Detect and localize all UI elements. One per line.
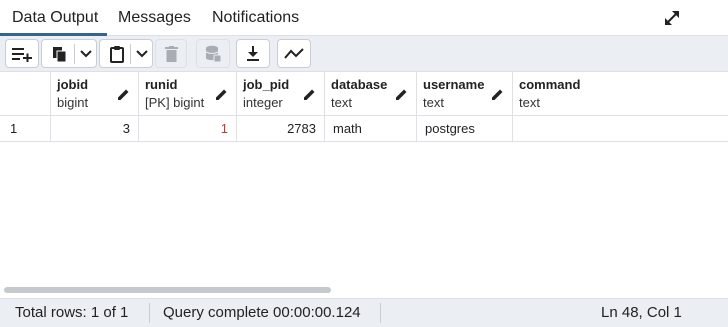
add-row-button[interactable] — [5, 39, 39, 68]
data-toolbar — [0, 36, 728, 72]
delete-button[interactable] — [155, 39, 187, 68]
tab-data-output[interactable]: Data Output — [0, 0, 107, 36]
column-header-database[interactable]: database text — [325, 72, 417, 116]
edit-pencil-icon[interactable] — [215, 88, 228, 101]
status-divider — [149, 303, 150, 323]
column-header-jobid[interactable]: jobid bigint — [51, 72, 139, 116]
paste-icon — [109, 45, 125, 63]
copy-icon — [52, 46, 68, 63]
cell-job-pid[interactable]: 2783 — [237, 116, 325, 142]
data-grid: jobid bigint runid [PK] bigint job_pid i… — [0, 72, 728, 282]
row-number-cell[interactable]: 1 — [0, 116, 51, 142]
graph-visualiser-button[interactable] — [277, 39, 311, 68]
column-header-command[interactable]: command text — [513, 72, 728, 116]
edit-pencil-icon[interactable] — [395, 88, 408, 101]
column-header-job-pid[interactable]: job_pid integer — [237, 72, 325, 116]
cell-command[interactable] — [513, 116, 728, 142]
paste-button[interactable] — [99, 39, 153, 68]
tab-notifications[interactable]: Notifications — [212, 0, 299, 36]
chevron-down-icon[interactable] — [80, 50, 92, 58]
edit-pencil-icon[interactable] — [303, 88, 316, 101]
edit-pencil-icon[interactable] — [491, 88, 504, 101]
row-number-header — [0, 72, 51, 116]
query-status: Query complete 00:00:00.124 — [163, 304, 361, 321]
cell-database[interactable]: math — [325, 116, 417, 142]
scrollbar-thumb[interactable] — [4, 287, 331, 293]
save-data-icon — [204, 45, 222, 63]
result-tabs: Data Output Messages Notifications — [0, 0, 728, 36]
tab-messages[interactable]: Messages — [118, 0, 191, 36]
save-data-button[interactable] — [196, 39, 230, 68]
cell-username[interactable]: postgres — [417, 116, 513, 142]
status-bar: Total rows: 1 of 1 Query complete 00:00:… — [0, 298, 728, 327]
cell-runid[interactable]: 1 — [139, 116, 237, 142]
chevron-down-icon[interactable] — [136, 50, 148, 58]
download-button[interactable] — [236, 39, 270, 68]
add-row-icon — [11, 46, 33, 62]
total-rows-status: Total rows: 1 of 1 — [15, 304, 129, 321]
status-divider — [380, 303, 381, 323]
expand-icon[interactable] — [662, 8, 682, 28]
column-header-username[interactable]: username text — [417, 72, 513, 116]
delete-icon — [164, 45, 178, 62]
download-icon — [246, 45, 260, 62]
copy-button[interactable] — [41, 39, 97, 68]
graph-icon — [284, 47, 304, 60]
horizontal-scrollbar[interactable] — [0, 282, 728, 296]
cell-jobid[interactable]: 3 — [51, 116, 139, 142]
column-header-runid[interactable]: runid [PK] bigint — [139, 72, 237, 116]
cursor-position-status: Ln 48, Col 1 — [601, 304, 682, 321]
edit-pencil-icon[interactable] — [117, 88, 130, 101]
